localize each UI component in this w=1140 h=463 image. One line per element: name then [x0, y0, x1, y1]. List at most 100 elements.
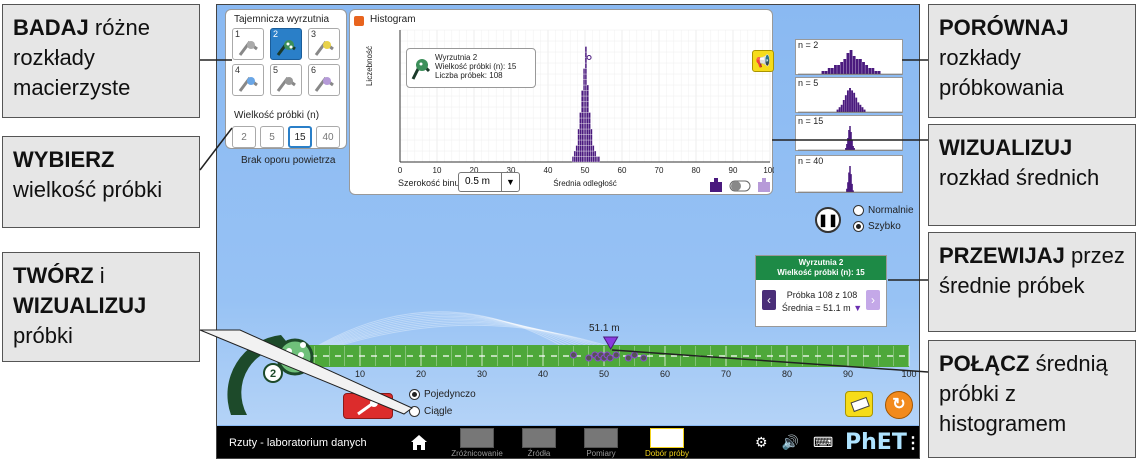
gear-icon[interactable]: ⚙ — [755, 434, 768, 451]
keyboard-icon[interactable]: ⌨ — [813, 434, 833, 451]
histogram-bar — [584, 139, 587, 146]
sample-size-button-40[interactable]: 40 — [316, 126, 340, 148]
callout-explore-bold: BADAJ — [13, 15, 89, 40]
histogram-bar — [597, 156, 600, 163]
callout-visualize-text: rozkład średnich — [939, 165, 1100, 190]
callout-compare: PORÓWNAJ rozkłady próbkowania — [928, 4, 1136, 118]
launcher-button-4[interactable]: 4 — [232, 64, 264, 96]
histogram-legend: Wyrzutnia 2 Wielkość próbki (n): 15 Licz… — [406, 48, 536, 88]
callout-scroll: PRZEWIJAJ przez średnie próbek — [928, 232, 1136, 332]
field-tick-label: 50 — [599, 369, 609, 379]
launcher-button-3[interactable]: 3 — [308, 28, 340, 60]
histogram-bar — [577, 156, 580, 163]
launch-single-radio[interactable]: Pojedynczo — [409, 389, 476, 400]
pause-button[interactable]: ❚❚ — [815, 207, 841, 233]
mini-histogram-bar — [840, 62, 844, 74]
tab-sampling[interactable]: Dobór próby — [635, 428, 699, 458]
mini-histogram-bar — [865, 65, 869, 74]
histogram-bar — [586, 156, 589, 163]
tab-sources[interactable]: Źródła — [507, 428, 571, 458]
field-tick-label: 40 — [538, 369, 548, 379]
tab-thumbnail — [522, 428, 556, 448]
speed-fast-label: Szybko — [868, 221, 901, 232]
tab-variability[interactable]: Zróżnicowanie — [445, 428, 509, 458]
histogram-bar — [582, 73, 586, 80]
launcher-dot — [284, 358, 290, 364]
launch-button[interactable] — [343, 393, 393, 419]
launcher-dot — [286, 348, 292, 354]
histogram-bar — [586, 90, 589, 97]
representation-toggle[interactable] — [710, 176, 778, 194]
histogram-bar — [581, 145, 584, 152]
callout-explore: BADAJ różne rozkłady macierzyste — [2, 4, 200, 118]
histogram-bar — [584, 73, 587, 80]
histogram-bar — [581, 139, 584, 146]
eraser-button[interactable] — [845, 391, 873, 417]
chevron-down-icon: ▼ — [501, 173, 519, 191]
launcher-button-5[interactable]: 5 — [270, 64, 302, 96]
home-icon[interactable] — [409, 433, 429, 451]
mini-histogram-label: n = 5 — [798, 78, 819, 88]
landed-ball — [570, 351, 577, 359]
histogram-bar — [579, 156, 582, 163]
tab-label: Źródła — [527, 449, 551, 458]
histogram-bar — [586, 134, 589, 141]
launch-continuous-radio[interactable]: Ciągle — [409, 406, 452, 417]
histogram-bar — [588, 156, 591, 163]
histogram-bar — [582, 112, 586, 119]
histogram-bar — [584, 68, 587, 75]
field-tick-label: 10 — [355, 369, 365, 379]
launcher-icon — [276, 40, 296, 56]
launcher-icon — [357, 399, 378, 416]
launcher-grid: 1 2 3 4 5 6 — [232, 28, 342, 96]
histogram-chart: 0102030405060708090100Średnia odległośćL… — [365, 29, 774, 188]
launcher-button-2[interactable]: 2 — [270, 28, 302, 60]
tab-label: Pomiary — [586, 449, 616, 458]
bin-width-select[interactable]: 0.5 m ▼ — [458, 172, 520, 192]
mean-highlight — [586, 55, 592, 60]
callout-create-bold: TWÓRZ — [13, 263, 94, 288]
mini-histogram-label: n = 2 — [798, 40, 819, 50]
histogram-bar — [584, 62, 587, 69]
sample-size-button-5[interactable]: 5 — [260, 126, 284, 148]
phet-logo[interactable]: PhET — [845, 430, 907, 455]
speed-fast-radio[interactable]: Szybko — [853, 221, 901, 232]
megaphone-icon[interactable]: 📢 — [752, 50, 774, 72]
sample-size-button-15[interactable]: 15 — [288, 126, 312, 148]
histogram-bar — [584, 117, 587, 124]
histogram-bar — [577, 139, 580, 146]
callout-connect-bold: POŁĄCZ — [939, 351, 1030, 376]
bin-width-label: Szerokość binu — [398, 178, 460, 188]
mini-histogram-bar — [849, 88, 851, 112]
reset-all-button[interactable]: ↻ — [885, 391, 913, 419]
speed-normal-radio[interactable]: Normalnie — [853, 205, 914, 216]
sample-card-launcher: Wyrzutnia 2 — [798, 258, 844, 267]
bin-width-value: 0.5 m — [465, 176, 491, 187]
launcher-dot — [300, 342, 306, 348]
histogram-bar — [588, 117, 591, 124]
mini-histogram-bar — [871, 68, 875, 74]
callout-connect: POŁĄCZ średnią próbki z histogramem — [928, 340, 1136, 458]
tab-measures[interactable]: Pomiary — [569, 428, 633, 458]
speaker-icon[interactable]: 🔊 — [782, 434, 799, 451]
launcher-button-6[interactable]: 6 — [308, 64, 340, 96]
launcher-dot — [290, 360, 296, 366]
menu-icon[interactable]: ⋮ — [905, 433, 919, 453]
mini-histogram-bar — [827, 68, 831, 74]
launcher-icon — [314, 76, 334, 92]
mini-histogram-bar — [851, 90, 854, 112]
histogram-bar — [582, 106, 586, 113]
sample-size-button-2[interactable]: 2 — [232, 126, 256, 148]
screenshot-root: BADAJ różne rozkłady macierzyste WYBIERZ… — [0, 0, 1140, 463]
sample-card-header: Wyrzutnia 2 Wielkość próbki (n): 15 — [756, 256, 886, 280]
histogram-bar — [582, 79, 586, 86]
launcher-button-1[interactable]: 1 — [232, 28, 264, 60]
histogram-bar — [586, 150, 589, 157]
histogram-bar — [584, 156, 587, 163]
histogram-bar — [582, 150, 586, 157]
histogram-bar — [588, 145, 591, 152]
legend-sample-size: Wielkość próbki (n): 15 — [435, 62, 517, 71]
histogram-bar — [586, 106, 589, 113]
histogram-bar — [588, 123, 591, 130]
tab-label: Dobór próby — [644, 449, 690, 458]
